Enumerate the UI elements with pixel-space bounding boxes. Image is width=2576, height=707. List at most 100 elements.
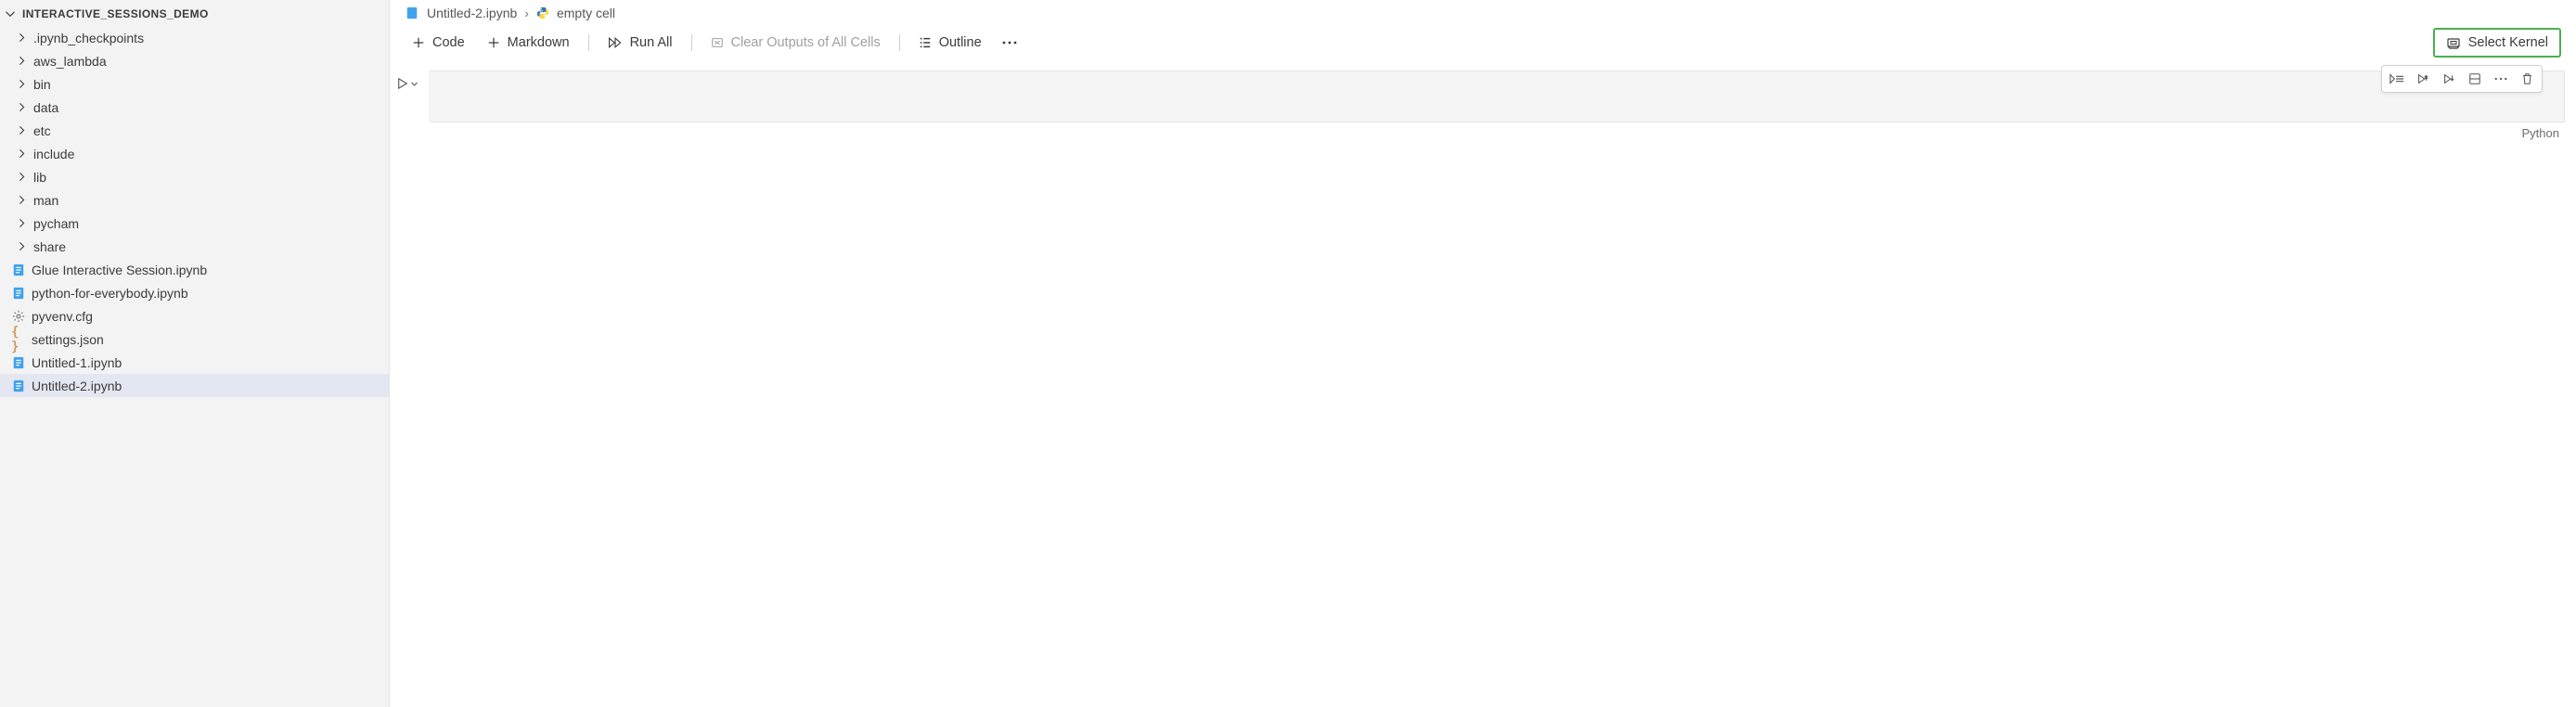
folder-item[interactable]: etc xyxy=(0,119,389,142)
breadcrumb-separator: › xyxy=(524,6,529,20)
explorer-root-label: INTERACTIVE_SESSIONS_DEMO xyxy=(22,7,209,20)
execute-above-button[interactable] xyxy=(2412,68,2434,90)
file-explorer-sidebar: INTERACTIVE_SESSIONS_DEMO .ipynb_checkpo… xyxy=(0,0,390,707)
outline-button[interactable]: Outline xyxy=(908,32,993,54)
folder-label: data xyxy=(33,100,58,115)
split-cell-button[interactable] xyxy=(2464,68,2486,90)
folder-label: bin xyxy=(33,77,51,92)
chevron-right-icon xyxy=(15,101,28,114)
folder-label: .ipynb_checkpoints xyxy=(33,31,144,45)
plus-icon xyxy=(412,36,425,49)
folder-item[interactable]: pycham xyxy=(0,212,389,235)
gear-icon xyxy=(11,309,26,324)
folder-item[interactable]: aws_lambda xyxy=(0,49,389,72)
notebook-icon xyxy=(11,286,26,301)
file-item[interactable]: pyvenv.cfg xyxy=(0,304,389,328)
cell-editor[interactable] xyxy=(429,71,2565,122)
chevron-right-icon xyxy=(15,78,28,91)
folder-label: man xyxy=(33,193,58,208)
cell-toolbar xyxy=(2381,65,2543,93)
breadcrumb: Untitled-2.ipynb › empty cell xyxy=(390,0,2576,24)
folder-item[interactable]: man xyxy=(0,188,389,212)
chevron-right-icon xyxy=(15,124,28,137)
ellipsis-icon xyxy=(1002,37,1017,48)
notebook-icon xyxy=(405,6,419,20)
select-kernel-button[interactable]: Select Kernel xyxy=(2433,28,2561,58)
execute-above-icon xyxy=(2416,72,2429,85)
add-markdown-label: Markdown xyxy=(508,35,570,50)
run-all-icon xyxy=(608,36,623,49)
trash-icon xyxy=(2521,72,2533,85)
cell-body: Python xyxy=(429,71,2565,140)
chevron-right-icon xyxy=(15,171,28,184)
file-item[interactable]: Untitled-1.ipynb xyxy=(0,351,389,374)
folder-label: share xyxy=(33,239,66,254)
select-kernel-label: Select Kernel xyxy=(2468,35,2548,50)
file-item[interactable]: Untitled-2.ipynb xyxy=(0,374,389,397)
run-all-button[interactable]: Run All xyxy=(597,32,684,54)
file-item[interactable]: Glue Interactive Session.ipynb xyxy=(0,258,389,281)
code-cell: Python xyxy=(397,71,2565,140)
braces-icon: { } xyxy=(11,332,26,347)
folder-label: include xyxy=(33,147,74,161)
folder-label: lib xyxy=(33,170,46,185)
cell-more-button[interactable] xyxy=(2490,68,2512,90)
add-code-cell-button[interactable]: Code xyxy=(401,32,476,54)
run-cell-button[interactable] xyxy=(397,71,429,89)
notebook-toolbar: Code Markdown Run All Clear Outputs of A… xyxy=(390,24,2576,67)
file-label: pyvenv.cfg xyxy=(32,309,93,324)
notebook-icon xyxy=(11,263,26,277)
file-label: Untitled-2.ipynb xyxy=(32,379,122,393)
folder-item[interactable]: bin xyxy=(0,72,389,96)
chevron-right-icon xyxy=(15,148,28,161)
clear-outputs-button[interactable]: Clear Outputs of All Cells xyxy=(700,32,892,54)
file-label: Untitled-1.ipynb xyxy=(32,355,122,370)
file-label: Glue Interactive Session.ipynb xyxy=(32,263,207,277)
split-cell-icon xyxy=(2468,72,2481,85)
folder-item[interactable]: share xyxy=(0,235,389,258)
chevron-right-icon xyxy=(15,240,28,253)
execute-below-button[interactable] xyxy=(2438,68,2460,90)
plus-icon xyxy=(487,36,500,49)
notebook-icon xyxy=(11,355,26,370)
run-all-label: Run All xyxy=(630,35,673,50)
file-label: python-for-everybody.ipynb xyxy=(32,286,188,301)
chevron-right-icon xyxy=(15,217,28,230)
run-by-line-button[interactable] xyxy=(2386,68,2408,90)
kernel-icon xyxy=(2446,35,2461,50)
outline-icon xyxy=(919,36,932,49)
clear-outputs-icon xyxy=(711,36,724,49)
folder-item[interactable]: lib xyxy=(0,165,389,188)
chevron-down-icon xyxy=(410,80,419,88)
folder-label: pycham xyxy=(33,216,79,231)
execute-below-icon xyxy=(2442,72,2455,85)
clear-outputs-label: Clear Outputs of All Cells xyxy=(731,35,881,50)
folder-label: aws_lambda xyxy=(33,54,107,69)
cell-language-label[interactable]: Python xyxy=(2522,126,2559,140)
folder-item[interactable]: include xyxy=(0,142,389,165)
toolbar-separator xyxy=(588,34,589,51)
add-code-label: Code xyxy=(432,35,465,50)
chevron-right-icon xyxy=(15,55,28,68)
notebook-area: Python xyxy=(390,67,2576,707)
toolbar-more-button[interactable] xyxy=(993,33,1026,52)
chevron-down-icon xyxy=(4,7,17,20)
breadcrumb-cell[interactable]: empty cell xyxy=(557,6,615,20)
editor-main: Untitled-2.ipynb › empty cell Code Markd… xyxy=(390,0,2576,707)
explorer-root-header[interactable]: INTERACTIVE_SESSIONS_DEMO xyxy=(0,6,389,26)
ellipsis-icon xyxy=(2494,74,2507,84)
folder-tree: .ipynb_checkpoints aws_lambdabin data etc in… xyxy=(0,26,389,258)
delete-cell-button[interactable] xyxy=(2516,68,2538,90)
add-markdown-cell-button[interactable]: Markdown xyxy=(476,32,581,54)
folder-label: etc xyxy=(33,123,51,138)
file-item[interactable]: { } settings.json xyxy=(0,328,389,351)
file-item[interactable]: python-for-everybody.ipynb xyxy=(0,281,389,304)
outline-label: Outline xyxy=(939,35,982,50)
breadcrumb-file[interactable]: Untitled-2.ipynb xyxy=(427,6,517,20)
folder-item[interactable]: .ipynb_checkpoints xyxy=(0,26,389,49)
toolbar-separator xyxy=(691,34,692,51)
python-icon xyxy=(536,6,549,19)
file-label: settings.json xyxy=(32,332,104,347)
folder-item[interactable]: data xyxy=(0,96,389,119)
run-by-line-icon xyxy=(2389,72,2404,85)
